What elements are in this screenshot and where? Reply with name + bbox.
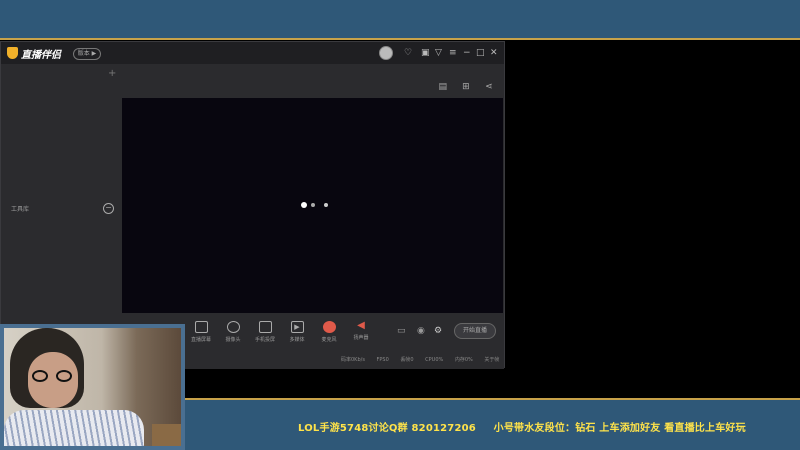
stream-overlay-top-bar bbox=[0, 0, 800, 40]
collapse-icon[interactable]: − bbox=[103, 203, 114, 214]
loading-dot bbox=[311, 203, 315, 207]
share-icon[interactable]: ⋖ bbox=[482, 82, 496, 92]
tool-media[interactable]: ▶ 多媒体 bbox=[279, 321, 315, 343]
loading-dot bbox=[324, 203, 328, 207]
menu-icon[interactable]: ≡ bbox=[449, 47, 457, 59]
preview-toolbar: ▤ ⊞ ⋖ bbox=[432, 74, 496, 93]
microphone-icon bbox=[322, 321, 336, 333]
tool-camera[interactable]: 摄像头 bbox=[215, 321, 251, 343]
tool-microphone[interactable]: 麦克风 bbox=[311, 321, 347, 343]
version-badge[interactable]: 版本 ▶ bbox=[73, 48, 101, 60]
minimize-icon[interactable]: − bbox=[463, 47, 471, 59]
tool-phone-cast[interactable]: 手机投屏 bbox=[247, 321, 283, 343]
skin-icon[interactable]: ▣ bbox=[421, 47, 430, 59]
add-scene-icon[interactable]: + bbox=[108, 68, 116, 79]
settings-icon[interactable]: ⚙ bbox=[434, 326, 442, 336]
loading-dot bbox=[301, 202, 307, 208]
eye-icon[interactable]: ◉ bbox=[417, 326, 425, 336]
qq-group-text: LOL手游5748讨论Q群 820127206 bbox=[298, 423, 476, 434]
tool-screen[interactable]: 直播屏幕 bbox=[183, 321, 219, 343]
window-title-bar: 直播伴侣 版本 ▶ ♡ ▣ ▽ ≡ − □ ✕ bbox=[1, 42, 504, 64]
bitrate-status: 码率0Kb/s bbox=[341, 357, 365, 363]
logo-icon bbox=[7, 47, 18, 59]
notification-icon[interactable]: ♡ bbox=[404, 47, 412, 59]
live-companion-window: 直播伴侣 版本 ▶ ♡ ▣ ▽ ≡ − □ ✕ + 工具库 − ▤ ⊞ ⋖ 直播… bbox=[0, 41, 505, 369]
memory-status: 内存0% bbox=[454, 357, 473, 363]
status-bar: 码率0Kb/s FPS0 丢帧0 CPU0% 内存0% 关于帧 bbox=[341, 356, 509, 363]
fps-status: FPS0 bbox=[376, 357, 389, 363]
stream-preview[interactable] bbox=[122, 98, 503, 313]
tool-speaker[interactable]: ◀ 扬声器 bbox=[343, 320, 379, 342]
screen-icon bbox=[194, 321, 208, 333]
shirt-icon[interactable]: ▽ bbox=[435, 47, 442, 59]
start-live-button[interactable]: 开始直播 bbox=[454, 323, 496, 339]
rank-info-text: 小号带水友段位：钻石 上车添加好友 看直播比上车好玩 bbox=[493, 423, 746, 434]
info-ticker: LOL手游5748讨论Q群 820127206 小号带水友段位：钻石 上车添加好… bbox=[298, 419, 760, 434]
layout-icon[interactable]: ▤ bbox=[436, 82, 450, 92]
record-icon[interactable]: ▭ bbox=[397, 326, 406, 336]
webcam-feed bbox=[4, 328, 181, 446]
app-logo-text: 直播伴侣 bbox=[21, 50, 61, 61]
user-avatar[interactable] bbox=[379, 46, 393, 60]
sidebar-tool-label: 工具库 bbox=[11, 206, 30, 213]
split-icon[interactable]: ⊞ bbox=[459, 82, 473, 92]
maximize-icon[interactable]: □ bbox=[476, 47, 485, 59]
camera-icon bbox=[226, 321, 240, 333]
webcam-frame bbox=[0, 324, 185, 450]
dropped-frames-status: 丢帧0 bbox=[400, 357, 414, 363]
close-icon[interactable]: ✕ bbox=[490, 47, 498, 59]
speaker-icon: ◀ bbox=[357, 320, 365, 331]
about-status: 关于帧 bbox=[484, 357, 500, 363]
phone-cast-icon bbox=[258, 321, 272, 333]
media-icon: ▶ bbox=[290, 321, 304, 333]
cpu-status: CPU0% bbox=[425, 357, 444, 363]
